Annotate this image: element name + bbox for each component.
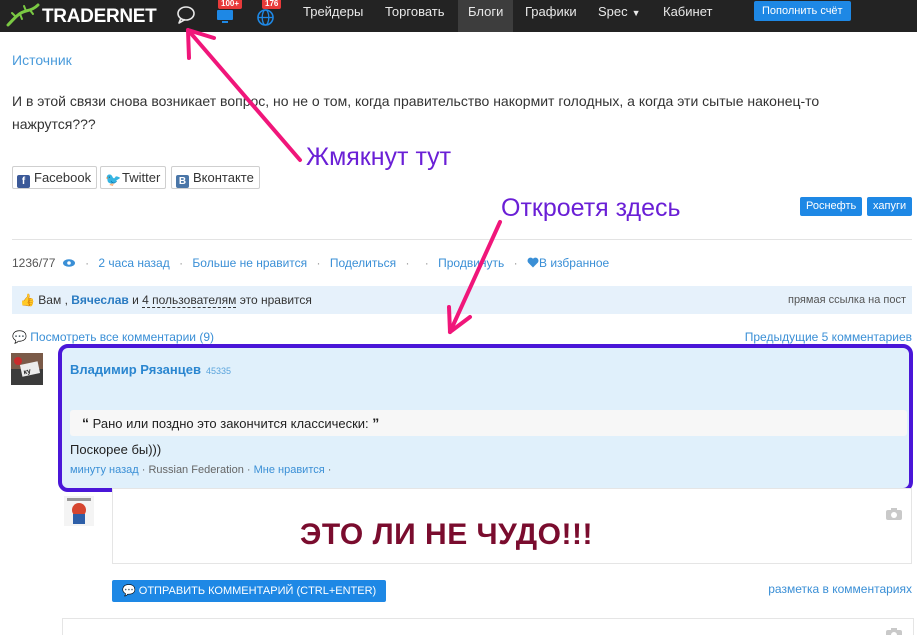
dislike-link[interactable]: Больше не нравится [192, 256, 307, 270]
camera-icon[interactable] [885, 507, 903, 521]
current-user-avatar-image [64, 496, 94, 526]
prev-comments-link[interactable]: Предыдущие 5 комментариев [745, 330, 912, 344]
vk-icon: В [176, 175, 189, 188]
favorite-label: В избранное [538, 256, 610, 270]
meta-separator: · [85, 256, 90, 270]
comment-card: Владимир Рязанцев 45335 “ Рано или поздн… [58, 344, 913, 492]
views-count: 1236/77 [12, 256, 56, 270]
comment-author-rating: 45335 [206, 366, 232, 376]
likes-you: Вам [38, 293, 62, 307]
monitor-notification[interactable]: 100+ [214, 0, 244, 30]
favorite-link[interactable]: В избранное [527, 256, 609, 270]
share-vk-label: Вконтакте [193, 170, 254, 185]
world-notification[interactable]: 176 [256, 0, 286, 30]
promote-link[interactable]: Продвинуть [438, 256, 504, 270]
tag-rosneft[interactable]: Роснефть [800, 197, 863, 216]
topup-button[interactable]: Пополнить счёт [754, 1, 851, 21]
comment-quote: “ Рано или поздно это закончится классич… [70, 410, 907, 436]
likes-user-link[interactable]: Вячеслав [71, 293, 129, 307]
likes-bar: 👍 Вам , Вячеслав и 4 пользователям это н… [12, 286, 912, 314]
send-comment-label: ОТПРАВИТЬ КОММЕНТАРИЙ (CTRL+ENTER) [138, 585, 377, 597]
post-time-link[interactable]: 2 часа назад [98, 256, 169, 270]
heart-icon [527, 257, 539, 268]
meta-separator: · [424, 256, 429, 270]
share-twitter-button[interactable]: 🐦Twitter [100, 166, 167, 189]
nav-spec[interactable]: Spec ▼ [588, 0, 651, 32]
comment-location: Russian Federation [148, 464, 244, 476]
avatar-image: ку [11, 353, 43, 385]
comments-icon: 💬 [12, 330, 27, 344]
source-link[interactable]: Источник [12, 52, 72, 68]
site-logo[interactable]: TRADERNET [4, 3, 157, 29]
meta-separator: · [316, 256, 321, 270]
likes-others-link[interactable]: 4 пользователям [142, 293, 237, 308]
quote-open-icon: “ [82, 415, 89, 431]
annotation-click-here: Жмякнут тут [306, 143, 452, 171]
meta-separator: · [405, 256, 410, 270]
logo-text: TRADERNET [42, 6, 157, 27]
nav-blogs[interactable]: Блоги [458, 0, 514, 32]
post-text: И в этой связи снова возникает вопрос, н… [12, 93, 820, 132]
nav-trade[interactable]: Торговать [375, 0, 455, 32]
current-user-avatar [64, 496, 94, 526]
share-link[interactable]: Поделиться [330, 256, 396, 270]
likes-suffix: это нравится [239, 293, 312, 307]
share-twitter-label: Twitter [122, 170, 161, 185]
top-navbar: TRADERNET 100+ 176 Трейдеры Торговать Бл… [0, 0, 917, 32]
twitter-icon: 🐦 [105, 172, 122, 187]
send-comment-icon: 💬 [122, 585, 136, 597]
eye-icon [62, 259, 75, 267]
nav-traders[interactable]: Трейдеры [293, 0, 373, 32]
avatar[interactable]: ку [11, 353, 43, 385]
nav-spec-label: Spec [598, 4, 628, 19]
meta-separator: · [513, 256, 518, 270]
meta-separator: · [179, 256, 184, 270]
send-comment-button[interactable]: 💬 ОТПРАВИТЬ КОММЕНТАРИЙ (CTRL+ENTER) [112, 580, 387, 602]
comment-meta: минуту назад · Russian Federation · Мне … [70, 464, 332, 476]
monitor-icon [217, 10, 233, 23]
nav-cabinet[interactable]: Кабинет [653, 0, 722, 32]
comment-author-link[interactable]: Владимир Рязанцев [70, 362, 201, 377]
facebook-icon: f [17, 175, 30, 188]
chevron-down-icon: ▼ [631, 8, 641, 18]
quote-close-icon: ” [372, 415, 380, 431]
post-meta-row: 1236/77 · 2 часа назад · Больше не нрави… [12, 256, 609, 270]
comment-quote-text: Рано или поздно это закончится классичес… [92, 416, 369, 431]
thumbs-up-icon: 👍 [20, 293, 35, 307]
comment-like-link[interactable]: Мне нравится [254, 464, 325, 476]
page: TRADERNET 100+ 176 Трейдеры Торговать Бл… [0, 0, 917, 635]
share-facebook-label: Facebook [34, 170, 92, 185]
comment-time-link[interactable]: минуту назад [70, 464, 139, 476]
likes-and: и [132, 293, 139, 307]
divider [12, 239, 912, 240]
view-all-comments-label: Посмотреть все комментарии (9) [30, 330, 215, 344]
comment-text: Поскорее бы))) [70, 442, 162, 457]
direct-link[interactable]: прямая ссылка на пост [788, 286, 906, 314]
tag-khapugi[interactable]: хапуги [867, 197, 913, 216]
annotation-miracle: ЭТО ЛИ НЕ ЧУДО!!! [300, 518, 593, 551]
nav-charts[interactable]: Графики [515, 0, 587, 32]
markup-help-link[interactable]: разметка в комментариях [768, 582, 912, 596]
comment-input-secondary[interactable] [62, 618, 914, 635]
notifications-badge: 100+ [218, 0, 243, 9]
world-badge: 176 [262, 0, 282, 9]
globe-icon [257, 9, 274, 26]
logo-lizard-icon [6, 3, 40, 27]
share-vk-button[interactable]: В Вконтакте [171, 166, 260, 189]
chat-bubble-icon[interactable] [175, 4, 197, 26]
share-facebook-button[interactable]: f Facebook [12, 166, 98, 189]
annotation-opens-here: Откроетя здесь [501, 194, 681, 222]
camera-icon[interactable] [885, 627, 903, 635]
view-all-comments-link[interactable]: 💬 Посмотреть все комментарии (9) [12, 330, 214, 344]
